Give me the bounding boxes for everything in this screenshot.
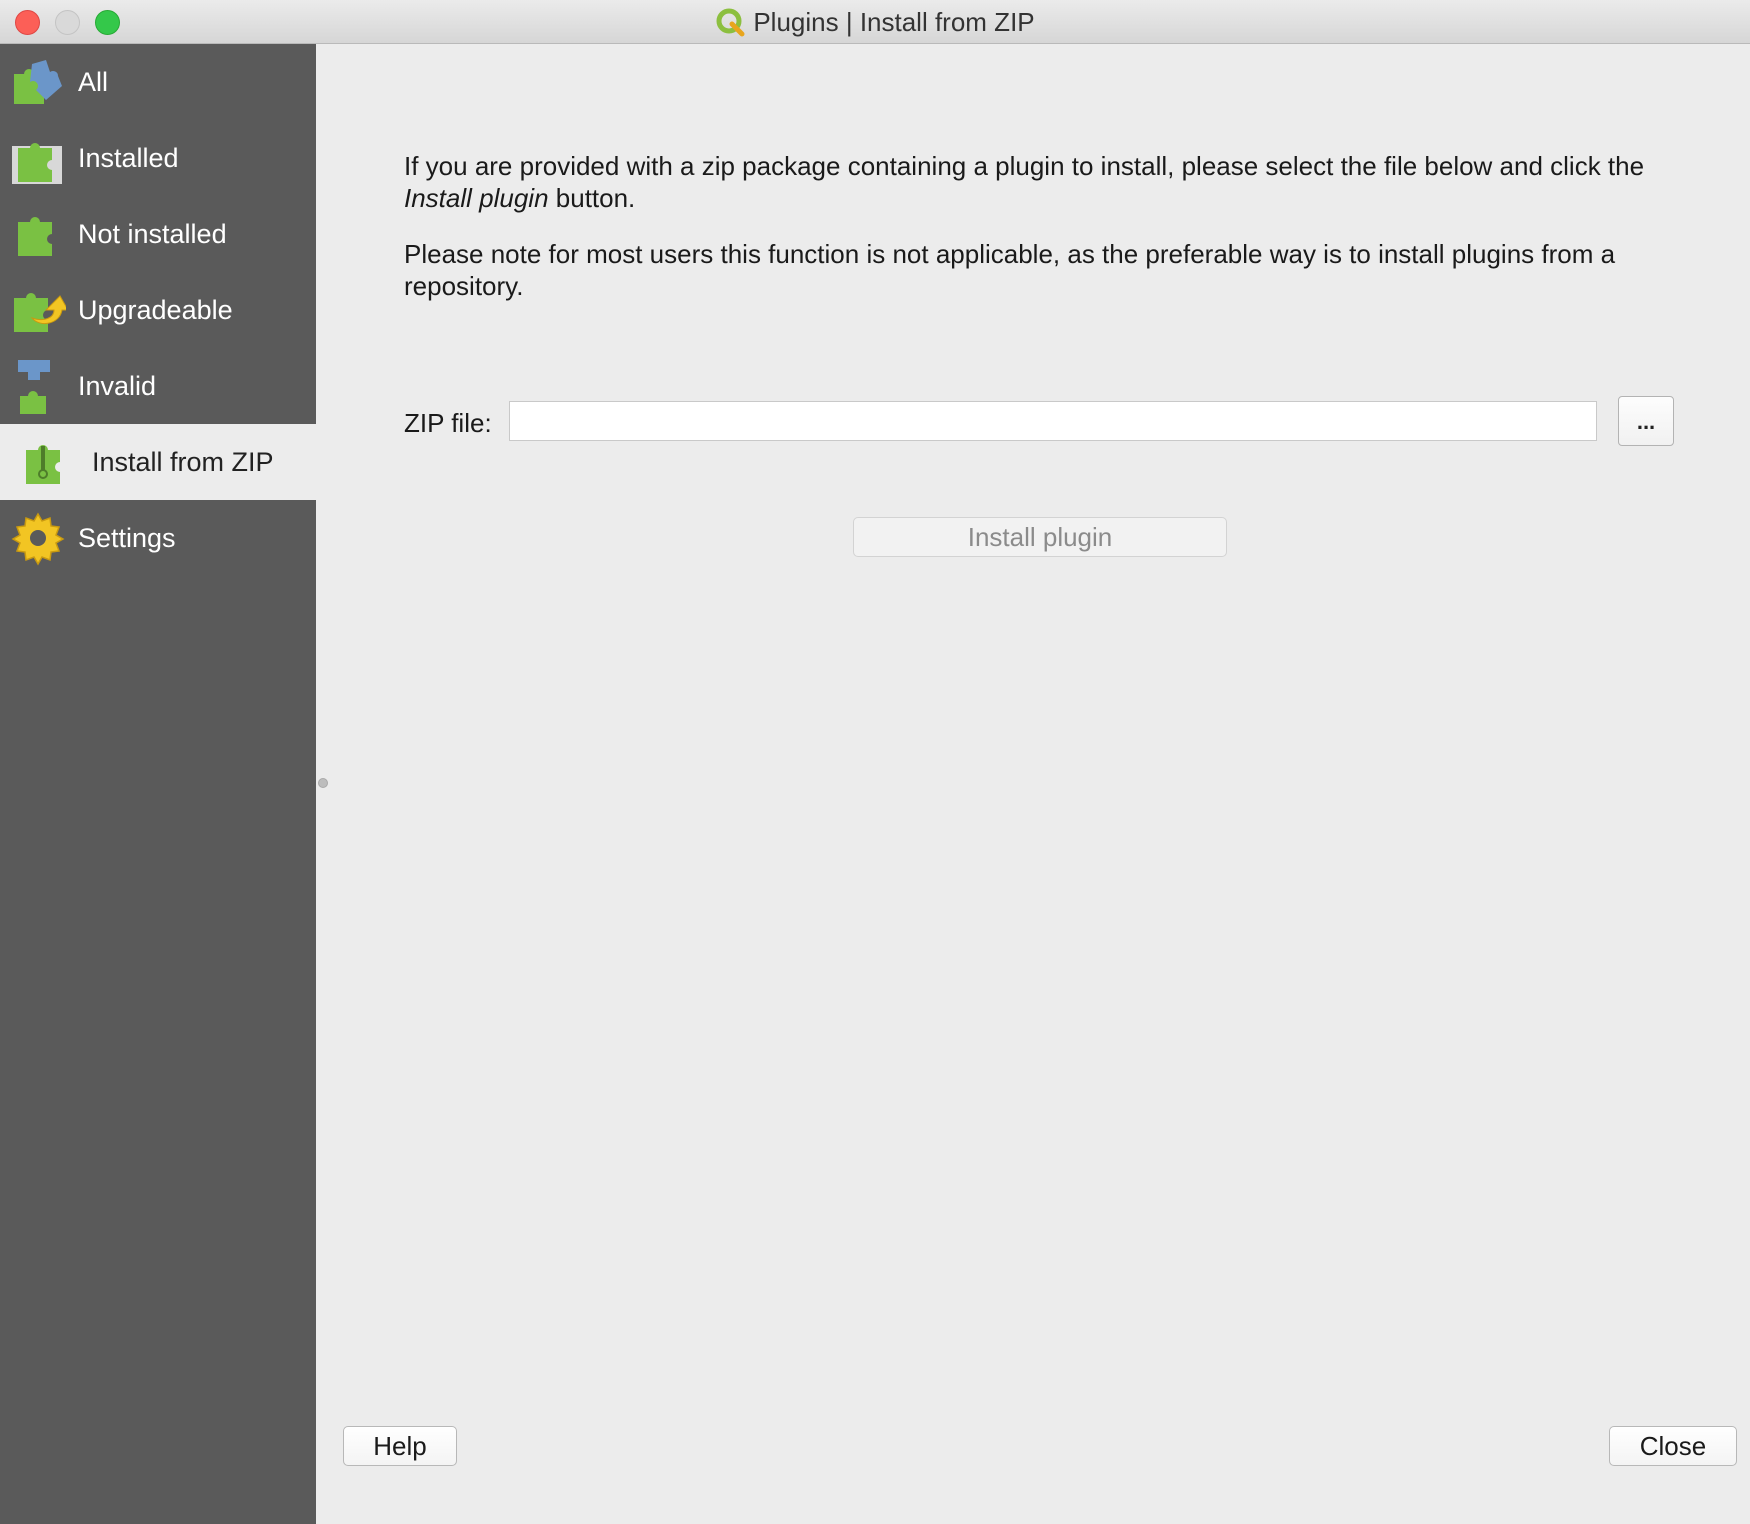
sidebar-item-settings[interactable]: Settings bbox=[0, 500, 316, 576]
zip-file-input[interactable] bbox=[509, 401, 1597, 441]
title-wrap: Plugins | Install from ZIP bbox=[0, 0, 1750, 44]
sidebar-item-not-installed[interactable]: Not installed bbox=[0, 196, 316, 272]
puzzle-upgrade-icon bbox=[14, 293, 66, 332]
plugin-category-sidebar: All Installed Not installed Upgradeable bbox=[0, 44, 316, 1524]
sidebar-item-label: Settings bbox=[78, 522, 176, 553]
sidebar-item-invalid[interactable]: Invalid bbox=[0, 348, 316, 424]
note-text: Please note for most users this function… bbox=[404, 239, 1616, 301]
intro-text-part2: button. bbox=[548, 183, 636, 213]
sidebar-item-label: Not installed bbox=[78, 218, 227, 249]
sidebar-item-label: Install from ZIP bbox=[92, 446, 274, 477]
install-plugin-button[interactable]: Install plugin bbox=[853, 517, 1227, 557]
intro-text: If you are provided with a zip package c… bbox=[404, 150, 1664, 214]
puzzle-invalid-icon bbox=[18, 360, 50, 414]
browse-button[interactable]: ... bbox=[1618, 396, 1674, 446]
plugins-window: Plugins | Install from ZIP All Installed… bbox=[0, 0, 1750, 1524]
help-button[interactable]: Help bbox=[343, 1426, 457, 1466]
sidebar-item-all[interactable]: All bbox=[0, 44, 316, 120]
install-from-zip-panel: If you are provided with a zip package c… bbox=[316, 44, 1750, 1524]
sidebar-item-label: Installed bbox=[78, 142, 179, 173]
intro-text-emphasis: Install plugin bbox=[404, 183, 549, 213]
puzzle-all-icon bbox=[14, 60, 62, 104]
title-bar[interactable]: Plugins | Install from ZIP bbox=[0, 0, 1750, 44]
window-title: Plugins | Install from ZIP bbox=[753, 6, 1035, 37]
puzzle-installed-icon bbox=[12, 143, 62, 184]
sidebar-item-label: Upgradeable bbox=[78, 294, 233, 325]
qgis-logo-icon bbox=[716, 8, 745, 37]
puzzle-zip-icon bbox=[26, 445, 60, 484]
intro-text-part1: If you are provided with a zip package c… bbox=[404, 151, 1645, 181]
sidebar-item-label: Invalid bbox=[78, 370, 157, 401]
sidebar-item-install-from-zip[interactable]: Install from ZIP bbox=[0, 424, 316, 500]
sidebar-item-installed[interactable]: Installed bbox=[0, 120, 316, 196]
puzzle-not-installed-icon bbox=[18, 217, 52, 256]
close-button[interactable]: Close bbox=[1609, 1426, 1737, 1466]
sidebar-item-upgradeable[interactable]: Upgradeable bbox=[0, 272, 316, 348]
sidebar-item-label: All bbox=[78, 66, 109, 97]
zip-file-label: ZIP file: bbox=[404, 408, 492, 438]
gear-icon bbox=[11, 512, 65, 566]
